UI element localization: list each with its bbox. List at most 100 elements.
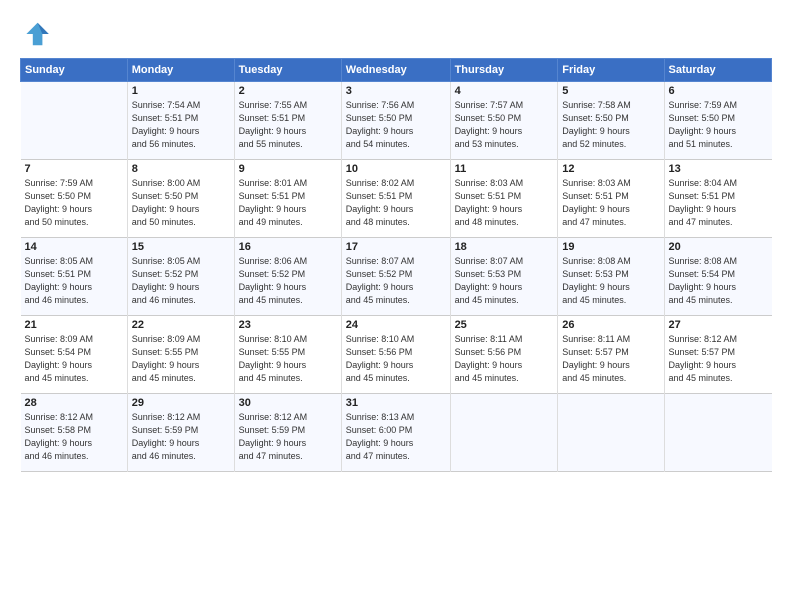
day-info: Sunrise: 8:10 AMSunset: 5:55 PMDaylight:… xyxy=(239,333,337,385)
day-number: 3 xyxy=(346,85,446,97)
day-info: Sunrise: 7:56 AMSunset: 5:50 PMDaylight:… xyxy=(346,99,446,151)
week-row-1: 1 Sunrise: 7:54 AMSunset: 5:51 PMDaylight… xyxy=(21,82,772,160)
day-info: Sunrise: 7:59 AMSunset: 5:50 PMDaylight:… xyxy=(669,99,768,151)
day-info: Sunrise: 8:08 AMSunset: 5:53 PMDaylight:… xyxy=(562,255,659,307)
day-number: 28 xyxy=(25,397,123,409)
day-info: Sunrise: 8:10 AMSunset: 5:56 PMDaylight:… xyxy=(346,333,446,385)
weekday-header-sunday: Sunday xyxy=(21,59,128,82)
day-number: 11 xyxy=(455,163,554,175)
day-info: Sunrise: 8:13 AMSunset: 6:00 PMDaylight:… xyxy=(346,411,446,463)
day-info: Sunrise: 8:09 AMSunset: 5:55 PMDaylight:… xyxy=(132,333,230,385)
page: SundayMondayTuesdayWednesdayThursdayFrid… xyxy=(0,0,792,612)
day-number: 7 xyxy=(25,163,123,175)
day-number: 17 xyxy=(346,241,446,253)
day-info: Sunrise: 7:54 AMSunset: 5:51 PMDaylight:… xyxy=(132,99,230,151)
calendar-cell: 22 Sunrise: 8:09 AMSunset: 5:55 PMDayligh… xyxy=(127,316,234,394)
day-info: Sunrise: 8:11 AMSunset: 5:56 PMDaylight:… xyxy=(455,333,554,385)
weekday-header-row: SundayMondayTuesdayWednesdayThursdayFrid… xyxy=(21,59,772,82)
day-info: Sunrise: 8:03 AMSunset: 5:51 PMDaylight:… xyxy=(562,177,659,229)
calendar-cell: 12 Sunrise: 8:03 AMSunset: 5:51 PMDayligh… xyxy=(558,160,664,238)
calendar-cell xyxy=(21,82,128,160)
day-number: 22 xyxy=(132,319,230,331)
calendar-cell: 24 Sunrise: 8:10 AMSunset: 5:56 PMDayligh… xyxy=(341,316,450,394)
day-info: Sunrise: 8:12 AMSunset: 5:59 PMDaylight:… xyxy=(239,411,337,463)
day-info: Sunrise: 8:07 AMSunset: 5:53 PMDaylight:… xyxy=(455,255,554,307)
logo xyxy=(20,18,56,50)
day-number: 16 xyxy=(239,241,337,253)
calendar-table: SundayMondayTuesdayWednesdayThursdayFrid… xyxy=(20,58,772,472)
weekday-header-friday: Friday xyxy=(558,59,664,82)
calendar-cell xyxy=(450,394,558,472)
calendar-cell: 18 Sunrise: 8:07 AMSunset: 5:53 PMDayligh… xyxy=(450,238,558,316)
day-number: 31 xyxy=(346,397,446,409)
day-info: Sunrise: 7:58 AMSunset: 5:50 PMDaylight:… xyxy=(562,99,659,151)
day-number: 29 xyxy=(132,397,230,409)
day-info: Sunrise: 8:12 AMSunset: 5:59 PMDaylight:… xyxy=(132,411,230,463)
day-info: Sunrise: 8:05 AMSunset: 5:52 PMDaylight:… xyxy=(132,255,230,307)
calendar-cell: 9Sunrise: 8:01 AMSunset: 5:51 PMDaylight… xyxy=(234,160,341,238)
calendar-cell: 19 Sunrise: 8:08 AMSunset: 5:53 PMDayligh… xyxy=(558,238,664,316)
weekday-header-saturday: Saturday xyxy=(664,59,771,82)
day-number: 18 xyxy=(455,241,554,253)
calendar-cell: 17 Sunrise: 8:07 AMSunset: 5:52 PMDayligh… xyxy=(341,238,450,316)
day-info: Sunrise: 8:06 AMSunset: 5:52 PMDaylight:… xyxy=(239,255,337,307)
day-number: 27 xyxy=(669,319,768,331)
calendar-cell: 20Sunrise: 8:08 AMSunset: 5:54 PMDayligh… xyxy=(664,238,771,316)
day-number: 10 xyxy=(346,163,446,175)
day-number: 4 xyxy=(455,85,554,97)
day-number: 2 xyxy=(239,85,337,97)
calendar-cell: 23 Sunrise: 8:10 AMSunset: 5:55 PMDayligh… xyxy=(234,316,341,394)
day-info: Sunrise: 8:08 AMSunset: 5:54 PMDaylight:… xyxy=(669,255,768,307)
calendar-cell: 21Sunrise: 8:09 AMSunset: 5:54 PMDayligh… xyxy=(21,316,128,394)
day-number: 24 xyxy=(346,319,446,331)
weekday-header-tuesday: Tuesday xyxy=(234,59,341,82)
logo-icon xyxy=(20,18,52,50)
calendar-cell: 5 Sunrise: 7:58 AMSunset: 5:50 PMDaylight… xyxy=(558,82,664,160)
weekday-header-thursday: Thursday xyxy=(450,59,558,82)
calendar-cell: 27 Sunrise: 8:12 AMSunset: 5:57 PMDayligh… xyxy=(664,316,771,394)
week-row-3: 14 Sunrise: 8:05 AMSunset: 5:51 PMDayligh… xyxy=(21,238,772,316)
day-number: 12 xyxy=(562,163,659,175)
calendar-cell: 10 Sunrise: 8:02 AMSunset: 5:51 PMDayligh… xyxy=(341,160,450,238)
day-info: Sunrise: 7:55 AMSunset: 5:51 PMDaylight:… xyxy=(239,99,337,151)
calendar-cell: 15 Sunrise: 8:05 AMSunset: 5:52 PMDayligh… xyxy=(127,238,234,316)
day-info: Sunrise: 7:59 AMSunset: 5:50 PMDaylight:… xyxy=(25,177,123,229)
day-info: Sunrise: 8:07 AMSunset: 5:52 PMDaylight:… xyxy=(346,255,446,307)
calendar-cell: 7 Sunrise: 7:59 AMSunset: 5:50 PMDaylight… xyxy=(21,160,128,238)
day-info: Sunrise: 8:02 AMSunset: 5:51 PMDaylight:… xyxy=(346,177,446,229)
calendar-cell: 6 Sunrise: 7:59 AMSunset: 5:50 PMDaylight… xyxy=(664,82,771,160)
calendar-cell: 29 Sunrise: 8:12 AMSunset: 5:59 PMDayligh… xyxy=(127,394,234,472)
day-number: 15 xyxy=(132,241,230,253)
day-info: Sunrise: 8:12 AMSunset: 5:57 PMDaylight:… xyxy=(669,333,768,385)
day-number: 1 xyxy=(132,85,230,97)
day-number: 6 xyxy=(669,85,768,97)
day-number: 21 xyxy=(25,319,123,331)
day-number: 26 xyxy=(562,319,659,331)
day-info: Sunrise: 7:57 AMSunset: 5:50 PMDaylight:… xyxy=(455,99,554,151)
day-number: 8 xyxy=(132,163,230,175)
week-row-4: 21Sunrise: 8:09 AMSunset: 5:54 PMDayligh… xyxy=(21,316,772,394)
calendar-cell: 3 Sunrise: 7:56 AMSunset: 5:50 PMDaylight… xyxy=(341,82,450,160)
day-number: 19 xyxy=(562,241,659,253)
day-info: Sunrise: 8:12 AMSunset: 5:58 PMDaylight:… xyxy=(25,411,123,463)
calendar-cell: 16 Sunrise: 8:06 AMSunset: 5:52 PMDayligh… xyxy=(234,238,341,316)
calendar-cell xyxy=(558,394,664,472)
day-info: Sunrise: 8:11 AMSunset: 5:57 PMDaylight:… xyxy=(562,333,659,385)
week-row-2: 7 Sunrise: 7:59 AMSunset: 5:50 PMDaylight… xyxy=(21,160,772,238)
calendar-cell: 28 Sunrise: 8:12 AMSunset: 5:58 PMDayligh… xyxy=(21,394,128,472)
day-number: 5 xyxy=(562,85,659,97)
day-info: Sunrise: 8:05 AMSunset: 5:51 PMDaylight:… xyxy=(25,255,123,307)
calendar-cell: 14 Sunrise: 8:05 AMSunset: 5:51 PMDayligh… xyxy=(21,238,128,316)
weekday-header-monday: Monday xyxy=(127,59,234,82)
week-row-5: 28 Sunrise: 8:12 AMSunset: 5:58 PMDayligh… xyxy=(21,394,772,472)
calendar-cell: 2 Sunrise: 7:55 AMSunset: 5:51 PMDaylight… xyxy=(234,82,341,160)
day-number: 30 xyxy=(239,397,337,409)
calendar-cell: 11Sunrise: 8:03 AMSunset: 5:51 PMDayligh… xyxy=(450,160,558,238)
day-info: Sunrise: 8:01 AMSunset: 5:51 PMDaylight:… xyxy=(239,177,337,229)
day-number: 23 xyxy=(239,319,337,331)
calendar-cell: 1 Sunrise: 7:54 AMSunset: 5:51 PMDaylight… xyxy=(127,82,234,160)
day-number: 14 xyxy=(25,241,123,253)
day-info: Sunrise: 8:04 AMSunset: 5:51 PMDaylight:… xyxy=(669,177,768,229)
calendar-cell: 25Sunrise: 8:11 AMSunset: 5:56 PMDayligh… xyxy=(450,316,558,394)
calendar-cell: 8Sunrise: 8:00 AMSunset: 5:50 PMDaylight… xyxy=(127,160,234,238)
